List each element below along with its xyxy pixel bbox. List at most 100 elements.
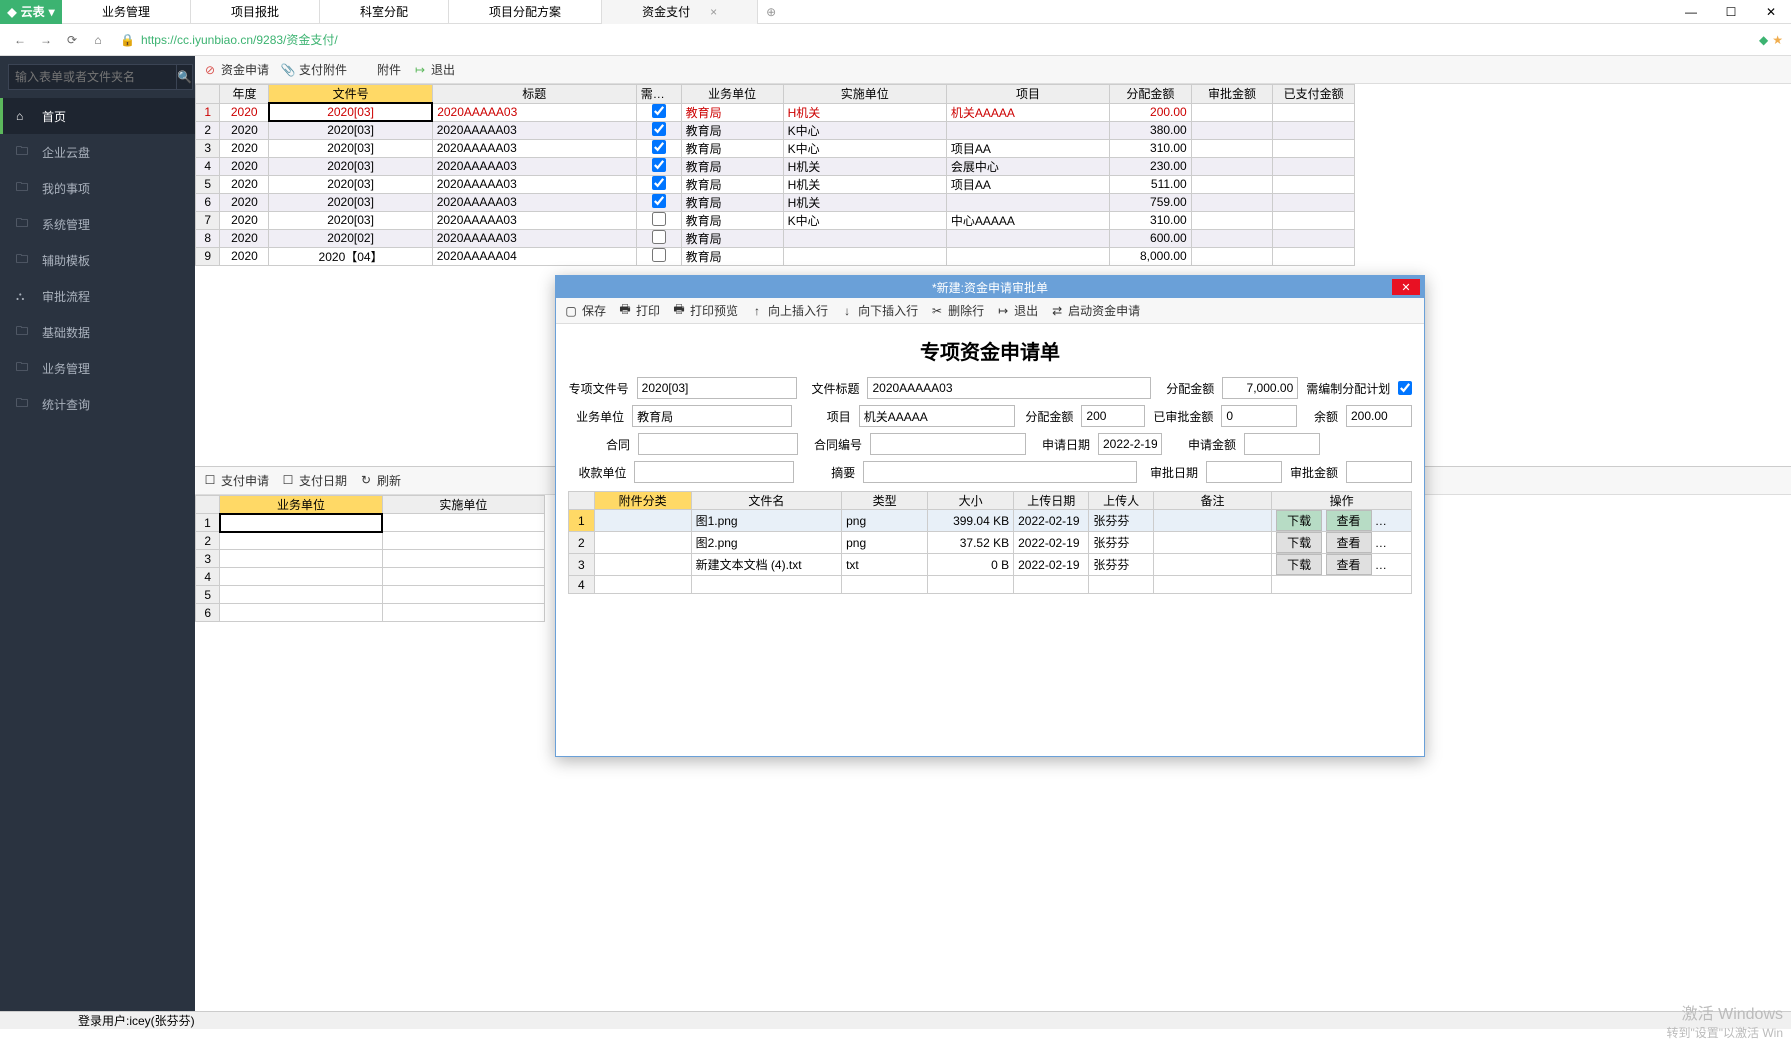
lower-col-header[interactable]: 业务单位 xyxy=(220,495,382,514)
att-col-header[interactable]: 文件名 xyxy=(691,492,842,510)
input-approve-date[interactable] xyxy=(1206,461,1282,483)
cell-paid[interactable] xyxy=(1273,211,1355,229)
cell-chk[interactable] xyxy=(636,157,681,175)
att-user[interactable]: 张芬芬 xyxy=(1089,554,1154,576)
toolbar-btn-1[interactable]: 📎支付附件 xyxy=(281,61,347,78)
checkbox-need-plan[interactable] xyxy=(1398,381,1412,395)
cell-impl[interactable]: K中心 xyxy=(783,121,946,139)
input-project[interactable] xyxy=(859,405,1015,427)
dialog-titlebar[interactable]: *新建:资金申请审批单 ✕ xyxy=(556,276,1424,298)
att-name[interactable]: 新建文本文档 (4).txt xyxy=(691,554,842,576)
cell-paid[interactable] xyxy=(1273,121,1355,139)
sidebar-item-7[interactable]: 🗀业务管理 xyxy=(0,350,195,386)
att-type[interactable]: png xyxy=(842,532,928,554)
att-action-0[interactable]: 下载 xyxy=(1276,510,1322,531)
dlg-toolbar-btn-7[interactable]: ⇄启动资金申请 xyxy=(1050,302,1140,319)
cell-unit[interactable]: 教育局 xyxy=(681,157,783,175)
grid-row[interactable]: 120202020[03]2020AAAAA03教育局H机关机关AAAAA200… xyxy=(196,103,1355,121)
lower-cell[interactable] xyxy=(220,586,382,604)
cell-amt[interactable]: 8,000.00 xyxy=(1110,247,1192,265)
att-action-1[interactable]: 查看 xyxy=(1326,532,1372,553)
cell-amt[interactable]: 759.00 xyxy=(1110,193,1192,211)
cell-proj[interactable]: 会展中心 xyxy=(946,157,1109,175)
att-size[interactable]: 0 B xyxy=(928,554,1014,576)
att-user[interactable]: 张芬芬 xyxy=(1089,510,1154,532)
cell-approve[interactable] xyxy=(1191,247,1273,265)
row-checkbox[interactable] xyxy=(652,194,666,208)
cell-unit[interactable]: 教育局 xyxy=(681,229,783,247)
cell-unit[interactable]: 教育局 xyxy=(681,247,783,265)
cell-title[interactable]: 2020AAAAA03 xyxy=(432,157,636,175)
cell-unit[interactable]: 教育局 xyxy=(681,139,783,157)
nav-back-button[interactable]: ← xyxy=(8,28,32,52)
col-header[interactable]: 分配金额 xyxy=(1110,85,1192,104)
cell-year[interactable]: 2020 xyxy=(220,175,269,193)
dlg-toolbar-btn-6[interactable]: ↦退出 xyxy=(996,302,1038,319)
dialog-close-button[interactable]: ✕ xyxy=(1392,279,1420,295)
att-cat[interactable] xyxy=(594,554,691,576)
lower-row[interactable]: 2 xyxy=(196,532,545,550)
cell-amt[interactable]: 511.00 xyxy=(1110,175,1192,193)
cell-amt[interactable]: 310.00 xyxy=(1110,139,1192,157)
cell-paid[interactable] xyxy=(1273,157,1355,175)
lower-cell[interactable] xyxy=(382,586,544,604)
cell-year[interactable]: 2020 xyxy=(220,247,269,265)
col-header[interactable]: 业务单位 xyxy=(681,85,783,104)
att-action-0[interactable]: 下载 xyxy=(1276,554,1322,575)
att-date[interactable]: 2022-02-19 xyxy=(1014,510,1089,532)
cell-approve[interactable] xyxy=(1191,121,1273,139)
dlg-toolbar-btn-4[interactable]: ↓向下插入行 xyxy=(840,302,918,319)
cell-paid[interactable] xyxy=(1273,193,1355,211)
lower-grid[interactable]: 业务单位实施单位123456 xyxy=(195,495,545,623)
addr-icon-2[interactable]: ★ xyxy=(1772,33,1783,47)
row-checkbox[interactable] xyxy=(652,230,666,244)
cell-title[interactable]: 2020AAAAA03 xyxy=(432,121,636,139)
lower-toolbar-btn-1[interactable]: ☐支付日期 xyxy=(281,472,347,489)
cell-title[interactable]: 2020AAAAA03 xyxy=(432,103,636,121)
app-logo[interactable]: ◆ 云表 ▾ xyxy=(0,0,62,24)
col-header[interactable]: 年度 xyxy=(220,85,269,104)
sidebar-search-button[interactable]: 🔍 xyxy=(177,64,193,90)
row-checkbox[interactable] xyxy=(652,140,666,154)
att-action-2[interactable]: 删除 xyxy=(1375,510,1412,531)
lower-row[interactable]: 3 xyxy=(196,550,545,568)
cell-approve[interactable] xyxy=(1191,157,1273,175)
cell-year[interactable]: 2020 xyxy=(220,229,269,247)
grid-row[interactable]: 220202020[03]2020AAAAA03教育局K中心380.00 xyxy=(196,121,1355,139)
cell-approve[interactable] xyxy=(1191,139,1273,157)
grid-row[interactable]: 920202020【04】2020AAAAA04教育局8,000.00 xyxy=(196,247,1355,265)
att-cat[interactable] xyxy=(594,532,691,554)
att-note[interactable] xyxy=(1153,532,1271,554)
lower-row[interactable]: 5 xyxy=(196,586,545,604)
lower-cell[interactable] xyxy=(382,604,544,622)
att-action-1[interactable]: 查看 xyxy=(1326,554,1372,575)
tab-add-button[interactable]: ⊕ xyxy=(758,5,784,19)
cell-chk[interactable] xyxy=(636,193,681,211)
cell-amt[interactable]: 600.00 xyxy=(1110,229,1192,247)
lower-cell[interactable] xyxy=(220,550,382,568)
cell-approve[interactable] xyxy=(1191,103,1273,121)
cell-title[interactable]: 2020AAAAA03 xyxy=(432,193,636,211)
input-alloc2[interactable] xyxy=(1081,405,1145,427)
dlg-toolbar-btn-0[interactable]: ▢保存 xyxy=(564,302,606,319)
lower-cell[interactable] xyxy=(382,532,544,550)
cell-file[interactable]: 2020[02] xyxy=(269,229,432,247)
cell-proj[interactable] xyxy=(946,121,1109,139)
att-date[interactable]: 2022-02-19 xyxy=(1014,532,1089,554)
cell-impl[interactable]: H机关 xyxy=(783,175,946,193)
addr-icon-1[interactable]: ◆ xyxy=(1759,33,1768,47)
col-header[interactable]: 需编制分配计划 xyxy=(636,85,681,104)
cell-proj[interactable]: 中心AAAAA xyxy=(946,211,1109,229)
input-apply-date[interactable] xyxy=(1098,433,1162,455)
att-action-0[interactable]: 下载 xyxy=(1276,532,1322,553)
row-checkbox[interactable] xyxy=(652,212,666,226)
cell-file[interactable]: 2020[03] xyxy=(269,175,432,193)
att-name[interactable]: 图1.png xyxy=(691,510,842,532)
att-row[interactable]: 3新建文本文档 (4).txttxt0 B2022-02-19张芬芬下载 查看 … xyxy=(569,554,1412,576)
row-checkbox[interactable] xyxy=(652,104,666,118)
toolbar-btn-3[interactable]: ↦退出 xyxy=(413,61,455,78)
sidebar-search-input[interactable] xyxy=(8,64,177,90)
cell-proj[interactable] xyxy=(946,247,1109,265)
att-row[interactable]: 1图1.pngpng399.04 KB2022-02-19张芬芬下载 查看 删除 xyxy=(569,510,1412,532)
cell-title[interactable]: 2020AAAAA03 xyxy=(432,175,636,193)
